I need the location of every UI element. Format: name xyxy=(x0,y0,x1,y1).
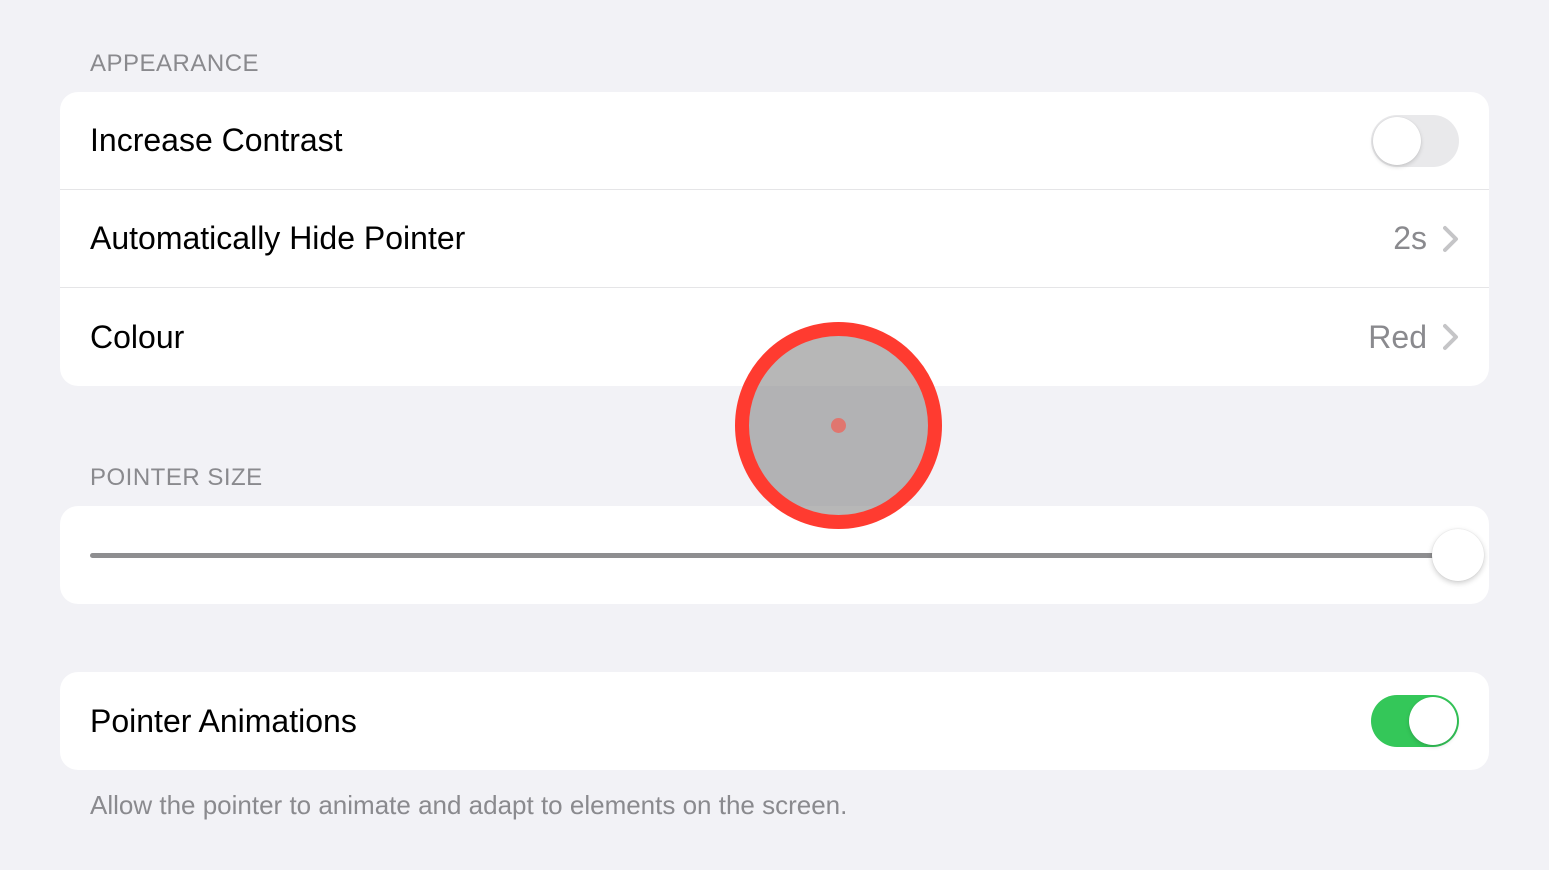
colour-row[interactable]: Colour Red xyxy=(60,288,1489,386)
chevron-right-icon xyxy=(1443,225,1459,253)
increase-contrast-row: Increase Contrast xyxy=(60,92,1489,190)
increase-contrast-label: Increase Contrast xyxy=(90,122,343,159)
auto-hide-pointer-label: Automatically Hide Pointer xyxy=(90,220,465,257)
appearance-section-header: APPEARANCE xyxy=(60,50,1489,78)
pointer-size-slider-card xyxy=(60,506,1489,604)
toggle-knob xyxy=(1409,697,1457,745)
pointer-animations-toggle[interactable] xyxy=(1371,695,1459,747)
increase-contrast-toggle[interactable] xyxy=(1371,115,1459,167)
pointer-size-slider-thumb[interactable] xyxy=(1432,529,1484,581)
appearance-card: Increase Contrast Automatically Hide Poi… xyxy=(60,92,1489,386)
chevron-right-icon xyxy=(1443,323,1459,351)
colour-label: Colour xyxy=(90,319,184,356)
auto-hide-pointer-row[interactable]: Automatically Hide Pointer 2s xyxy=(60,190,1489,288)
pointer-animations-label: Pointer Animations xyxy=(90,703,357,740)
toggle-knob xyxy=(1373,117,1421,165)
pointer-animations-row: Pointer Animations xyxy=(60,672,1489,770)
colour-value: Red xyxy=(1368,319,1427,356)
pointer-animations-footer: Allow the pointer to animate and adapt t… xyxy=(60,770,1489,821)
pointer-size-slider[interactable] xyxy=(90,553,1459,558)
animations-card: Pointer Animations xyxy=(60,672,1489,770)
auto-hide-pointer-value: 2s xyxy=(1393,220,1427,257)
pointer-size-section-header: POINTER SIZE xyxy=(60,464,1489,492)
